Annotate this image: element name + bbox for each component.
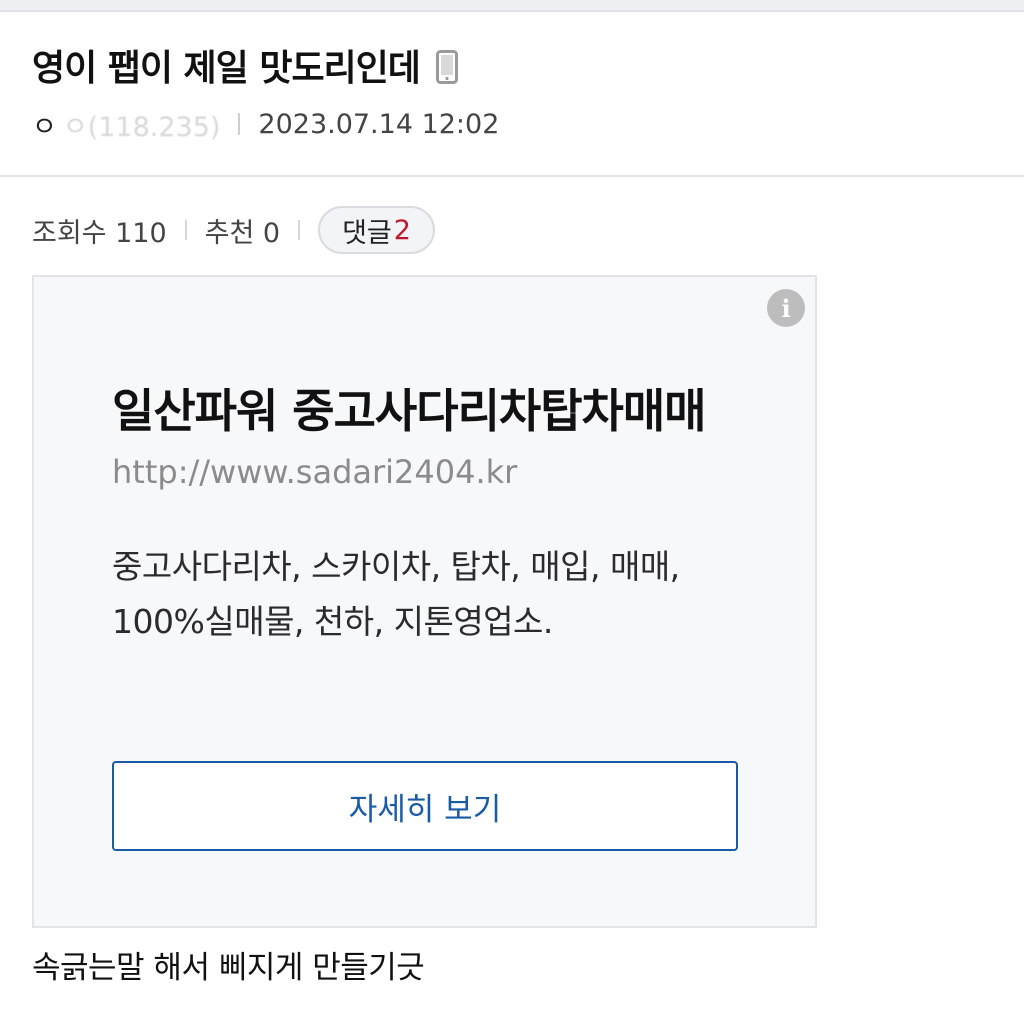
mobile-phone-icon [435,50,458,84]
ad-url[interactable]: http://www.sadari2404.kr [112,453,517,491]
ad-description: 중고사다리차, 스카이차, 탑차, 매입, 매매, 100%실매물, 천하, 지… [112,547,680,641]
view-count: 조회수 110 [32,217,167,249]
info-icon[interactable]: i [767,289,805,327]
post-meta: ㅇ ㅇ(118.235) 2023.07.14 12:02 [32,104,499,144]
comments-label: 댓글 [342,217,392,249]
stats-divider [184,220,187,240]
comments-count: 2 [393,214,411,246]
post-header: 영이 팹이 제일 맛도리인데 [32,40,458,90]
recommend-count: 추천 0 [204,217,281,249]
post-body: 속긁는말 해서 삐지게 만들기긋 [32,950,425,986]
post-date: 2023.07.14 12:02 [258,108,500,140]
post-stats: 조회수 110 추천 0 댓글 2 [32,206,435,254]
post-title: 영이 팹이 제일 맛도리인데 [32,48,421,89]
ad-banner[interactable]: i 일산파워 중고사다리차탑차매매 http://www.sadari2404.… [32,275,817,928]
stats-divider [298,220,301,240]
ad-title[interactable]: 일산파워 중고사다리차탑차매매 [112,375,706,441]
author-ip: ㅇ(118.235) [62,111,221,143]
header-divider [0,175,1024,177]
comments-button[interactable]: 댓글 2 [318,206,435,254]
ad-details-button[interactable]: 자세히 보기 [112,761,738,851]
author-name[interactable]: ㅇ [32,105,57,144]
info-icon-glyph: i [781,293,791,323]
top-bar [0,0,1024,12]
meta-divider [238,113,241,135]
